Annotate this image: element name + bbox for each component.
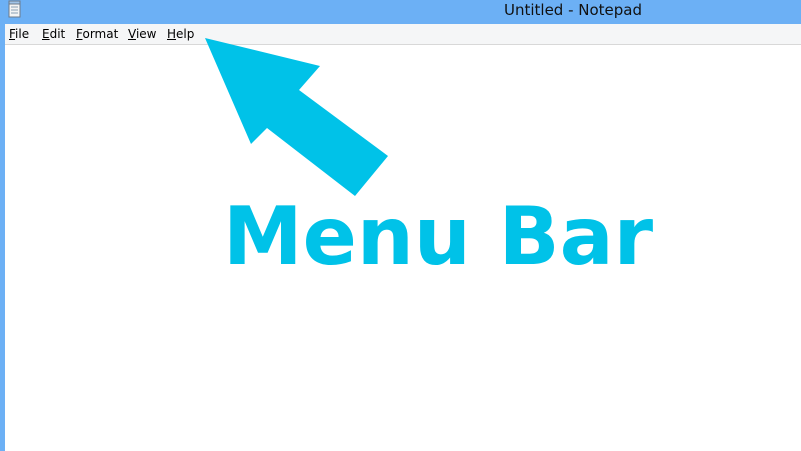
menu-file[interactable]: File bbox=[9, 27, 29, 41]
menu-format[interactable]: Format bbox=[76, 27, 118, 41]
window-title: Untitled - Notepad bbox=[503, 1, 643, 19]
menu-bar: File Edit Format View Help bbox=[5, 24, 801, 45]
menu-help-accel: H bbox=[167, 27, 177, 41]
annotation-caption: Menu Bar bbox=[223, 190, 654, 283]
menu-help[interactable]: Help bbox=[167, 27, 194, 41]
menu-view-accel: V bbox=[128, 27, 136, 41]
menu-view-label: iew bbox=[135, 27, 157, 41]
title-bar[interactable]: Untitled - Notepad bbox=[5, 0, 801, 24]
menu-edit[interactable]: Edit bbox=[42, 27, 65, 41]
arrow-up-left-icon bbox=[205, 38, 388, 196]
menu-file-label: ile bbox=[15, 27, 30, 41]
menu-help-label: elp bbox=[176, 27, 195, 41]
menu-format-label: ormat bbox=[82, 27, 119, 41]
menu-edit-label: dit bbox=[49, 27, 66, 41]
menu-edit-accel: E bbox=[42, 27, 50, 41]
menu-view[interactable]: View bbox=[128, 27, 156, 41]
notepad-window: Untitled - Notepad File Edit Format View… bbox=[0, 0, 801, 451]
